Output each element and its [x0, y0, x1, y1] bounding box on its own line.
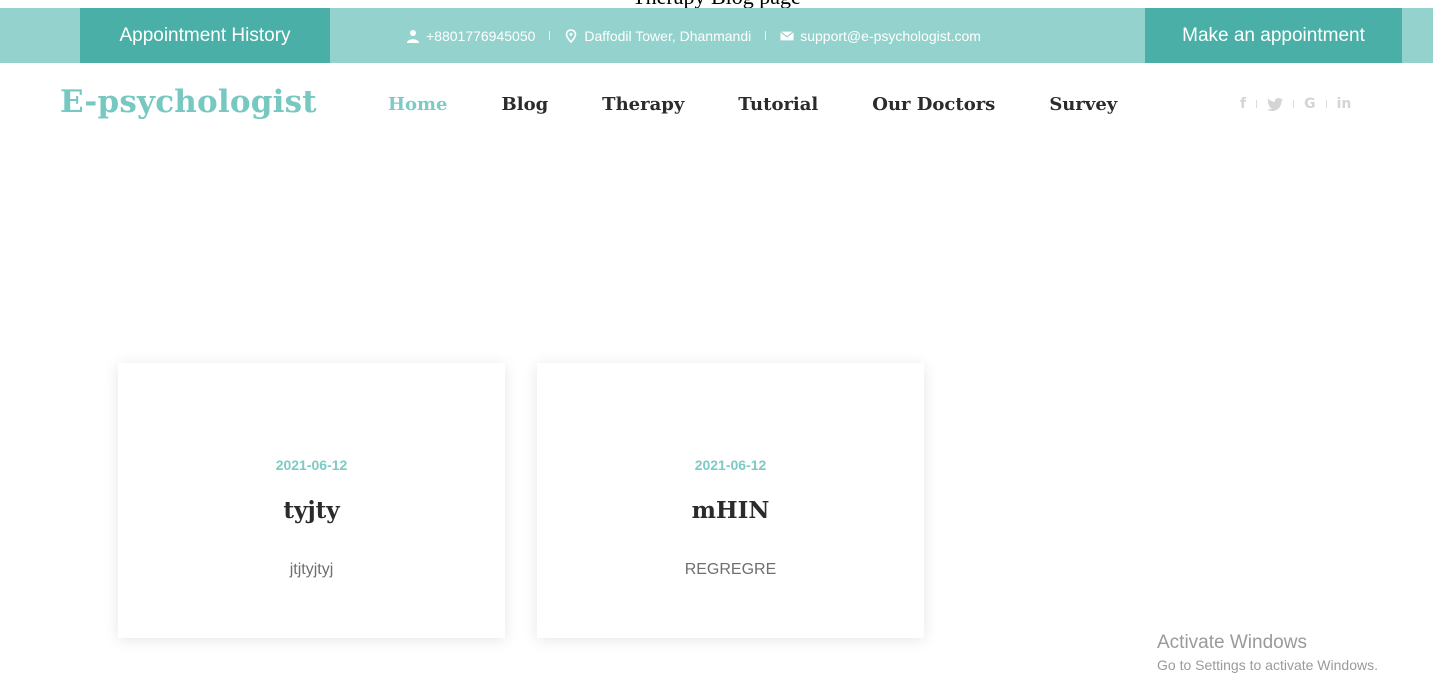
envelope-icon — [780, 29, 795, 43]
post-title[interactable]: tyjty — [118, 497, 505, 524]
post-date: 2021-06-12 — [275, 457, 348, 473]
post-date: 2021-06-12 — [694, 457, 767, 473]
user-icon — [406, 29, 420, 43]
social-links: f G in — [1240, 96, 1351, 112]
divider — [549, 31, 551, 40]
email-link[interactable]: support@e-psychologist.com — [800, 28, 981, 44]
watermark-title: Activate Windows — [1157, 632, 1307, 653]
top-bar: Appointment History +8801776945050 Daffo… — [0, 8, 1433, 63]
twitter-icon[interactable] — [1267, 97, 1284, 111]
blog-card[interactable]: 2021-06-12 mHIN REGREGRE — [537, 363, 924, 638]
divider — [1256, 100, 1258, 108]
blog-card[interactable]: 2021-06-12 tyjty jtjtyjtyj — [118, 363, 505, 638]
post-excerpt: REGREGRE — [684, 561, 777, 578]
nav-survey[interactable]: Survey — [1049, 94, 1117, 115]
make-appointment-button[interactable]: Make an appointment — [1145, 8, 1402, 63]
linkedin-icon[interactable]: in — [1337, 96, 1352, 112]
nav-home[interactable]: Home — [388, 94, 448, 115]
divider — [765, 31, 767, 40]
phone-number: +8801776945050 — [426, 27, 536, 44]
address-item: Daffodil Tower, Dhanmandi — [564, 28, 751, 44]
nav-blog[interactable]: Blog — [502, 94, 549, 115]
google-icon[interactable]: G — [1304, 96, 1316, 112]
email-item: support@e-psychologist.com — [780, 28, 981, 44]
post-title[interactable]: mHIN — [537, 497, 924, 524]
main-nav: Home Blog Therapy Tutorial Our Doctors S… — [388, 94, 1171, 115]
post-excerpt: jtjtyjtyj — [289, 561, 334, 578]
map-marker-icon — [564, 28, 578, 43]
watermark-subtitle: Go to Settings to activate Windows. — [1157, 657, 1378, 673]
nav-our-doctors[interactable]: Our Doctors — [872, 94, 995, 115]
nav-tutorial[interactable]: Tutorial — [738, 94, 818, 115]
contact-info: +8801776945050 Daffodil Tower, Dhanmandi… — [406, 8, 981, 63]
activate-windows-watermark: Activate Windows Go to Settings to activ… — [1157, 632, 1378, 674]
nav-therapy[interactable]: Therapy — [602, 94, 684, 115]
address-text: Daffodil Tower, Dhanmandi — [584, 27, 752, 44]
phone-item: +8801776945050 — [406, 28, 535, 44]
facebook-icon[interactable]: f — [1240, 96, 1246, 112]
divider — [1325, 100, 1327, 108]
site-logo[interactable]: E-psychologist — [60, 84, 317, 120]
appointment-history-button[interactable]: Appointment History — [80, 8, 330, 63]
page-caption: Therapy Blog page — [0, 0, 1433, 8]
divider — [1293, 100, 1295, 108]
